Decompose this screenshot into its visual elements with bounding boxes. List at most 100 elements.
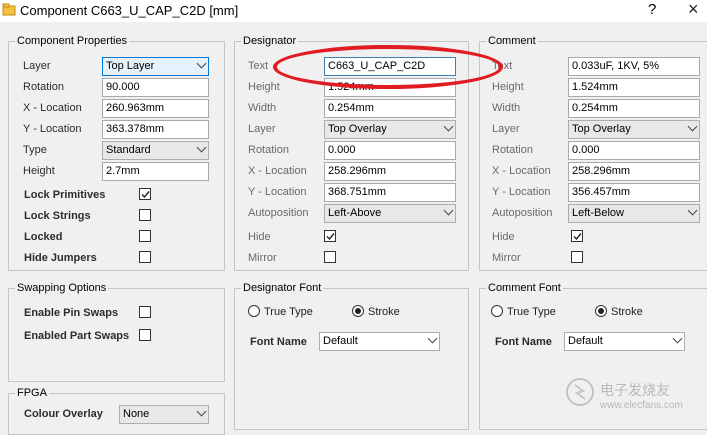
locked-label: Locked bbox=[24, 231, 63, 243]
cm-text-input[interactable]: 0.033uF, 1KV, 5% bbox=[568, 57, 700, 76]
lock-primitives-checkbox[interactable] bbox=[139, 188, 151, 200]
colour-overlay-label: Colour Overlay bbox=[24, 408, 103, 420]
fpga-title: FPGA bbox=[15, 387, 49, 399]
cp-y-location-input[interactable]: 363.378mm bbox=[102, 120, 209, 139]
app-icon bbox=[2, 3, 16, 17]
des-true-type-radio[interactable] bbox=[248, 305, 260, 317]
cp-type-select[interactable]: Standard bbox=[102, 141, 209, 160]
enable-part-swaps-checkbox[interactable] bbox=[139, 329, 151, 341]
chevron-down-icon bbox=[443, 205, 454, 216]
des-font-name-label: Font Name bbox=[250, 336, 307, 348]
watermark-text: 电子发烧友 bbox=[600, 382, 670, 398]
chevron-down-icon bbox=[427, 333, 438, 344]
cm-mirror-label: Mirror bbox=[492, 252, 521, 264]
cm-font-name-value: Default bbox=[568, 335, 603, 347]
check-icon bbox=[573, 233, 582, 241]
des-width-input[interactable]: 0.254mm bbox=[324, 99, 456, 118]
enable-pin-swaps-checkbox[interactable] bbox=[139, 306, 151, 318]
des-autoposition-select[interactable]: Left-Above bbox=[324, 204, 456, 223]
hide-jumpers-label: Hide Jumpers bbox=[24, 252, 97, 264]
chevron-down-icon bbox=[196, 406, 207, 417]
close-button[interactable]: × bbox=[688, 0, 699, 20]
cm-y-location-input[interactable]: 356.457mm bbox=[568, 183, 700, 202]
designator-font-title: Designator Font bbox=[241, 282, 324, 294]
cp-layer-select[interactable]: Top Layer bbox=[102, 57, 209, 76]
des-x-location-input[interactable]: 258.296mm bbox=[324, 162, 456, 181]
locked-checkbox[interactable] bbox=[139, 230, 151, 242]
watermark-logo-icon bbox=[565, 377, 595, 410]
des-y-location-label: Y - Location bbox=[248, 186, 307, 198]
chevron-down-icon bbox=[196, 58, 207, 69]
cm-width-input[interactable]: 0.254mm bbox=[568, 99, 700, 118]
check-icon bbox=[326, 233, 335, 241]
cm-layer-select[interactable]: Top Overlay bbox=[568, 120, 700, 139]
des-hide-label: Hide bbox=[248, 231, 271, 243]
cm-autoposition-value: Left-Below bbox=[572, 207, 624, 219]
des-y-location-input[interactable]: 368.751mm bbox=[324, 183, 456, 202]
comment-title: Comment bbox=[486, 35, 538, 47]
chevron-down-icon bbox=[196, 142, 207, 153]
des-text-label: Text bbox=[248, 60, 269, 72]
cp-rotation-label: Rotation bbox=[23, 81, 64, 93]
cm-hide-checkbox[interactable] bbox=[571, 230, 583, 242]
chevron-down-icon bbox=[672, 333, 683, 344]
swapping-options-title: Swapping Options bbox=[15, 282, 109, 294]
cm-x-location-input[interactable]: 258.296mm bbox=[568, 162, 700, 181]
cp-height-input[interactable]: 2.7mm bbox=[102, 162, 209, 181]
cm-stroke-label: Stroke bbox=[611, 306, 643, 318]
cp-height-label: Height bbox=[23, 165, 55, 177]
cp-layer-value: Top Layer bbox=[106, 60, 155, 72]
enable-pin-swaps-label: Enable Pin Swaps bbox=[24, 307, 119, 319]
colour-overlay-value: None bbox=[123, 408, 150, 420]
cm-font-name-label: Font Name bbox=[495, 336, 552, 348]
des-stroke-radio[interactable] bbox=[352, 305, 364, 317]
watermark-url: www.elecfans.com bbox=[600, 400, 683, 411]
cm-mirror-checkbox[interactable] bbox=[571, 251, 583, 263]
comment-font-title: Comment Font bbox=[486, 282, 563, 294]
des-x-location-label: X - Location bbox=[248, 165, 307, 177]
cm-rotation-input[interactable]: 0.000 bbox=[568, 141, 700, 160]
cp-layer-label: Layer bbox=[23, 60, 51, 72]
lock-strings-checkbox[interactable] bbox=[139, 209, 151, 221]
cp-type-value: Standard bbox=[106, 144, 151, 156]
cp-rotation-input[interactable]: 90.000 bbox=[102, 78, 209, 97]
des-height-label: Height bbox=[248, 81, 280, 93]
des-mirror-checkbox[interactable] bbox=[324, 251, 336, 263]
colour-overlay-select[interactable]: None bbox=[119, 405, 209, 424]
component-properties-title: Component Properties bbox=[15, 35, 130, 47]
cm-true-type-radio[interactable] bbox=[491, 305, 503, 317]
help-button[interactable]: ? bbox=[648, 1, 656, 18]
cp-x-location-input[interactable]: 260.963mm bbox=[102, 99, 209, 118]
cm-x-location-label: X - Location bbox=[492, 165, 551, 177]
cm-stroke-radio[interactable] bbox=[595, 305, 607, 317]
des-layer-select[interactable]: Top Overlay bbox=[324, 120, 456, 139]
des-font-name-value: Default bbox=[323, 335, 358, 347]
des-font-name-select[interactable]: Default bbox=[319, 332, 440, 351]
hide-jumpers-checkbox[interactable] bbox=[139, 251, 151, 263]
des-layer-label: Layer bbox=[248, 123, 276, 135]
des-autoposition-label: Autoposition bbox=[248, 207, 309, 219]
cm-font-name-select[interactable]: Default bbox=[564, 332, 685, 351]
des-autoposition-value: Left-Above bbox=[328, 207, 382, 219]
cm-layer-value: Top Overlay bbox=[572, 123, 631, 135]
lock-primitives-label: Lock Primitives bbox=[24, 189, 106, 201]
cm-rotation-label: Rotation bbox=[492, 144, 533, 156]
cm-true-type-label: True Type bbox=[507, 306, 556, 318]
chevron-down-icon bbox=[443, 121, 454, 132]
chevron-down-icon bbox=[687, 205, 698, 216]
des-layer-value: Top Overlay bbox=[328, 123, 387, 135]
check-icon bbox=[141, 191, 150, 199]
enable-part-swaps-label: Enabled Part Swaps bbox=[24, 330, 130, 342]
cm-height-label: Height bbox=[492, 81, 524, 93]
cm-layer-label: Layer bbox=[492, 123, 520, 135]
cm-width-label: Width bbox=[492, 102, 521, 114]
cm-height-input[interactable]: 1.524mm bbox=[568, 78, 700, 97]
red-annotation-ellipse bbox=[273, 45, 503, 89]
cm-autoposition-select[interactable]: Left-Below bbox=[568, 204, 700, 223]
cm-hide-label: Hide bbox=[492, 231, 515, 243]
des-width-label: Width bbox=[248, 102, 277, 114]
des-hide-checkbox[interactable] bbox=[324, 230, 336, 242]
des-rotation-input[interactable]: 0.000 bbox=[324, 141, 456, 160]
designator-title: Designator bbox=[241, 35, 299, 47]
cm-y-location-label: Y - Location bbox=[492, 186, 551, 198]
